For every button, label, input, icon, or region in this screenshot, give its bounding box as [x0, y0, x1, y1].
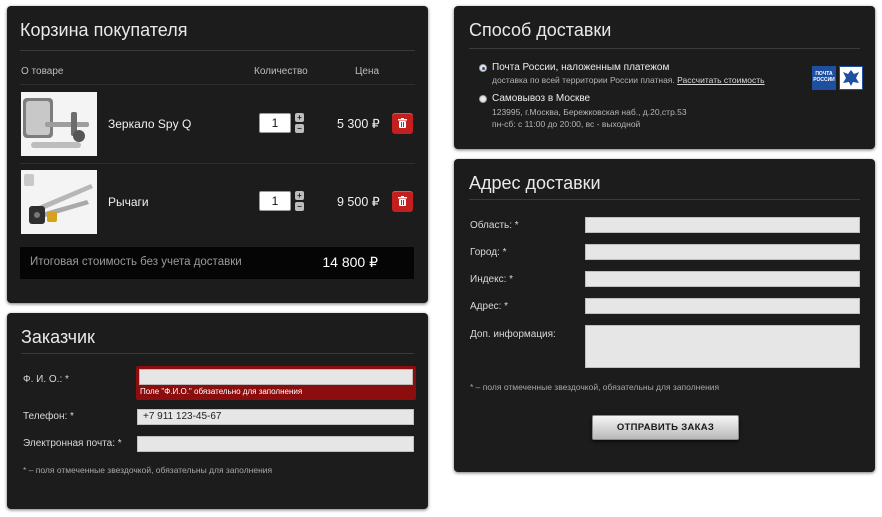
product-image-mirror[interactable] — [21, 92, 97, 156]
delete-item-button[interactable] — [392, 113, 413, 134]
customer-title: Заказчик — [21, 327, 95, 347]
radio-pickup-moscow[interactable] — [479, 95, 487, 103]
delivery-title-divider — [469, 48, 860, 49]
cart-title-divider — [20, 50, 415, 51]
option-pickup-hours: пн-сб: с 11:00 до 20:00, вс - выходной — [492, 119, 641, 129]
column-header-item: О товаре — [21, 66, 64, 77]
trash-icon — [398, 118, 407, 128]
email-label: Электронная почта: * — [23, 438, 122, 449]
full-name-error-box: Поле "Ф.И.О." обязательно для заполнения — [136, 366, 416, 400]
radio-russian-post[interactable] — [479, 64, 487, 72]
cart-title: Корзина покупателя — [20, 20, 188, 40]
quantity-increase-button[interactable]: + — [295, 113, 304, 122]
delivery-method-title: Способ доставки — [469, 20, 612, 40]
total-value: 14 800 ₽ — [322, 254, 378, 270]
eagle-emblem-icon — [839, 66, 863, 90]
delete-item-button[interactable] — [392, 191, 413, 212]
option-pickup-address: 123995, г.Москва, Бережковская наб., д.2… — [492, 107, 687, 117]
full-name-error-text: Поле "Ф.И.О." обязательно для заполнения — [140, 387, 303, 396]
russian-post-logo: ПОЧТА РОССИИ — [812, 66, 836, 90]
option-pickup-title[interactable]: Самовывоз в Москве — [492, 93, 590, 104]
zip-input[interactable] — [585, 271, 860, 287]
column-header-quantity: Количество — [254, 66, 308, 77]
city-input[interactable] — [585, 244, 860, 260]
quantity-decrease-button[interactable]: − — [295, 202, 304, 211]
row-divider — [20, 84, 415, 85]
item-price: 5 300 ₽ — [337, 117, 380, 131]
item-price: 9 500 ₽ — [337, 195, 380, 209]
delivery-address-panel: Адрес доставки Область: * Город: * Индек… — [454, 159, 875, 472]
email-input[interactable] — [137, 436, 414, 452]
option-russian-post-desc: доставка по всей территории России платн… — [492, 75, 765, 85]
quantity-decrease-button[interactable]: − — [295, 124, 304, 133]
option-russian-post-title[interactable]: Почта России, наложенным платежом — [492, 62, 669, 73]
region-label: Область: * — [470, 220, 519, 231]
quantity-input[interactable]: 1 — [259, 113, 291, 133]
cart-total-bar: Итоговая стоимость без учета доставки 14… — [20, 247, 414, 279]
trash-icon — [398, 196, 407, 206]
logo-text-line2: РОССИИ — [813, 77, 835, 83]
street-address-label: Адрес: * — [470, 301, 509, 312]
required-note: * – поля отмеченные звездочкой, обязател… — [23, 465, 273, 475]
delivery-address-title: Адрес доставки — [469, 173, 601, 193]
region-input[interactable] — [585, 217, 860, 233]
zip-label: Индекс: * — [470, 274, 514, 285]
full-name-input[interactable] — [139, 369, 413, 385]
city-label: Город: * — [470, 247, 507, 258]
additional-info-textarea[interactable] — [585, 325, 860, 368]
total-label: Итоговая стоимость без учета доставки — [30, 256, 242, 268]
address-title-divider — [469, 199, 860, 200]
item-name[interactable]: Зеркало Spy Q — [108, 117, 191, 131]
row-divider — [20, 163, 415, 164]
customer-title-divider — [21, 353, 414, 354]
option-russian-post-desc-text: доставка по всей территории России платн… — [492, 75, 675, 85]
calculate-cost-link[interactable]: Рассчитать стоимость — [677, 75, 764, 85]
customer-panel: Заказчик Ф. И. О.: * Поле "Ф.И.О." обяза… — [7, 313, 428, 509]
delivery-method-panel: Способ доставки Почта России, наложенным… — [454, 6, 875, 149]
column-header-price: Цена — [355, 66, 380, 77]
phone-label: Телефон: * — [23, 411, 74, 422]
item-name[interactable]: Рычаги — [108, 195, 149, 209]
quantity-input[interactable]: 1 — [259, 191, 291, 211]
street-address-input[interactable] — [585, 298, 860, 314]
phone-input[interactable]: +7 911 123-45-67 — [137, 409, 414, 425]
additional-info-label: Доп. информация: — [470, 329, 556, 340]
quantity-increase-button[interactable]: + — [295, 191, 304, 200]
cart-panel: Корзина покупателя О товаре Количество Ц… — [7, 6, 428, 303]
required-note: * – поля отмеченные звездочкой, обязател… — [470, 382, 720, 392]
product-image-levers[interactable] — [21, 170, 97, 234]
full-name-label: Ф. И. О.: * — [23, 374, 69, 385]
submit-order-button[interactable]: ОТПРАВИТЬ ЗАКАЗ — [592, 415, 739, 440]
